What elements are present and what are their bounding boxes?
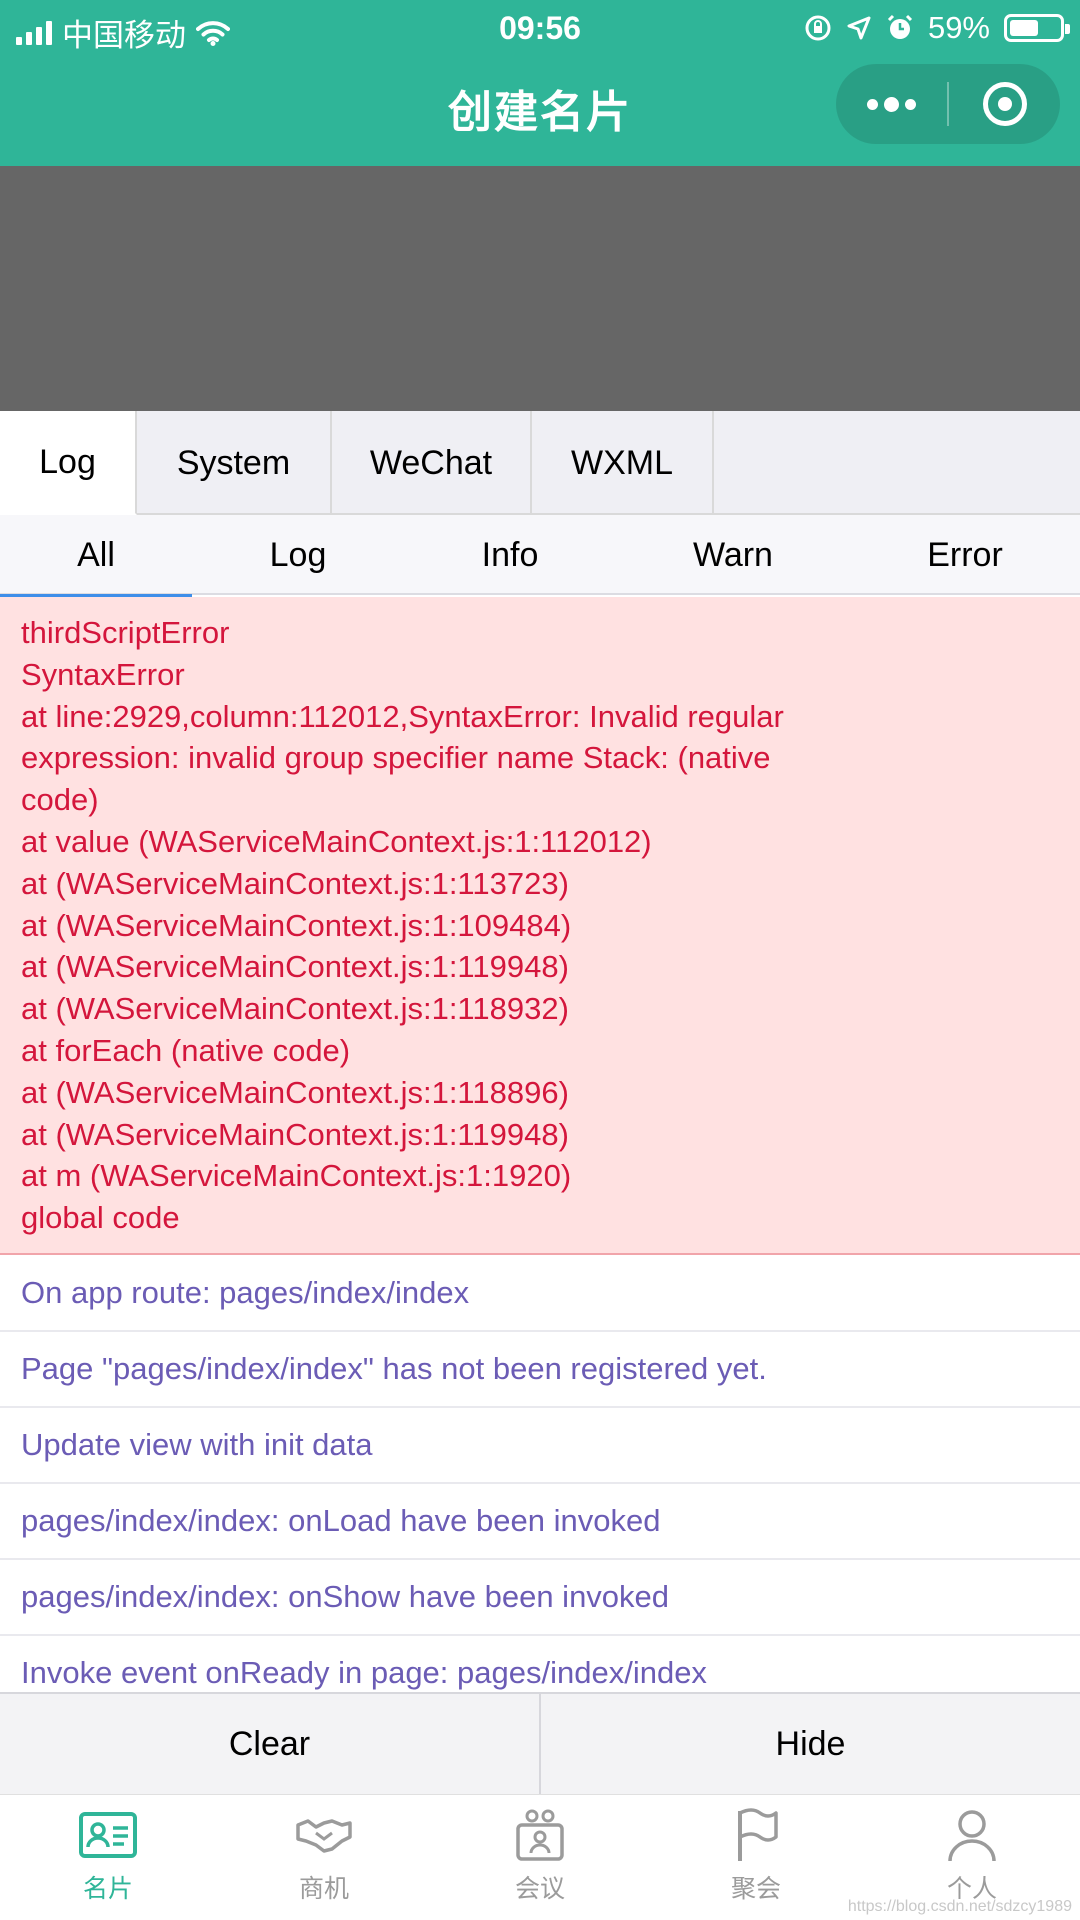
error-line: at forEach (native code) <box>21 1032 351 1068</box>
tabbar-label-card: 名片 <box>82 1875 133 1903</box>
error-log-entry: thirdScriptError SyntaxError at line:2929,… <box>0 597 1080 1255</box>
filter-warn[interactable]: Warn <box>637 515 829 595</box>
battery-icon <box>1004 14 1070 42</box>
error-line: at (WAServiceMainContext.js:1:119948) <box>21 1116 569 1152</box>
error-line: at (WAServiceMainContext.js:1:118932) <box>21 991 569 1027</box>
error-line: expression: invalid group specifier name… <box>21 740 771 776</box>
console-actions: Clear Hide <box>0 1692 1080 1794</box>
log-row: Page "pages/index/index" has not been re… <box>0 1332 1080 1408</box>
error-line: at (WAServiceMainContext.js:1:109484) <box>21 907 572 943</box>
capsule-menu <box>836 64 1060 144</box>
error-line: at value (WAServiceMainContext.js:1:1120… <box>21 823 652 859</box>
tabbar-item-business[interactable]: 商机 <box>216 1795 432 1920</box>
status-bar: 中国移动 09:56 59% <box>0 0 1080 56</box>
error-line: global code <box>21 1200 180 1236</box>
close-miniprogram-button[interactable] <box>949 64 1060 144</box>
more-dots-icon <box>867 98 878 110</box>
watermark: https://blog.csdn.net/sdzcy1989 <box>847 1898 1072 1915</box>
clear-button[interactable]: Clear <box>0 1694 539 1794</box>
tab-log[interactable]: Log <box>0 411 137 515</box>
filter-info[interactable]: Info <box>414 515 606 595</box>
more-button[interactable] <box>836 64 947 144</box>
tabbar-item-meeting[interactable]: 会议 <box>432 1795 648 1920</box>
filter-error[interactable]: Error <box>869 515 1061 595</box>
tab-wechat[interactable]: WeChat <box>332 411 532 515</box>
tab-system[interactable]: System <box>137 411 332 515</box>
battery-level <box>1010 20 1039 36</box>
error-line: at m (WAServiceMainContext.js:1:1920) <box>21 1158 572 1194</box>
log-row: On app route: pages/index/index <box>0 1256 1080 1332</box>
more-dots-icon-right <box>905 98 916 110</box>
error-line: thirdScriptError <box>21 615 230 650</box>
top-bar: 中国移动 09:56 59% 创建名片 <box>0 0 1080 166</box>
location-icon <box>847 16 871 40</box>
error-line: at (WAServiceMainContext.js:1:118896) <box>21 1074 569 1110</box>
log-filter-tabs: All Log Info Warn Error <box>0 515 1080 597</box>
alarm-icon <box>887 14 913 39</box>
handshake-icon <box>296 1819 352 1853</box>
log-list: On app route: pages/index/index Page "pag… <box>0 1256 1080 1692</box>
tabbar-item-party[interactable]: 聚会 <box>648 1795 864 1920</box>
log-row: Update view with init data <box>0 1408 1080 1484</box>
target-circle-icon <box>982 82 1027 126</box>
battery-percent: 59% <box>927 10 990 45</box>
error-line: at line:2929,column:112012,SyntaxError: … <box>21 698 784 734</box>
tabbar-label-business: 商机 <box>298 1875 349 1903</box>
tabbar-label-party: 聚会 <box>730 1875 781 1903</box>
more-dots-icon-center <box>884 96 899 112</box>
flag-icon <box>738 1808 778 1861</box>
meeting-icon <box>516 1809 564 1861</box>
status-right: 59% <box>804 10 1070 46</box>
log-row: pages/index/index: onShow have been invo… <box>0 1560 1080 1636</box>
console-tabs: Log System WeChat WXML <box>0 411 1080 515</box>
rotation-lock-icon <box>805 15 831 41</box>
filter-all[interactable]: All <box>0 515 192 597</box>
person-icon <box>948 1810 996 1862</box>
error-line: SyntaxError <box>21 656 185 692</box>
log-row: pages/index/index: onLoad have been invo… <box>0 1484 1080 1560</box>
tabbar-item-card[interactable]: 名片 <box>0 1795 216 1920</box>
tab-wxml[interactable]: WXML <box>532 411 714 515</box>
page-mask[interactable] <box>0 166 1080 411</box>
hide-button[interactable]: Hide <box>539 1694 1080 1794</box>
log-row: Invoke event onReady in page: pages/inde… <box>0 1636 1080 1692</box>
tabbar-label-meeting: 会议 <box>514 1875 565 1903</box>
card-icon <box>79 1812 137 1858</box>
error-line: at (WAServiceMainContext.js:1:113723) <box>21 865 569 901</box>
filter-log[interactable]: Log <box>202 515 394 595</box>
error-line: at (WAServiceMainContext.js:1:119948) <box>21 949 569 985</box>
error-line: code) <box>21 782 99 818</box>
